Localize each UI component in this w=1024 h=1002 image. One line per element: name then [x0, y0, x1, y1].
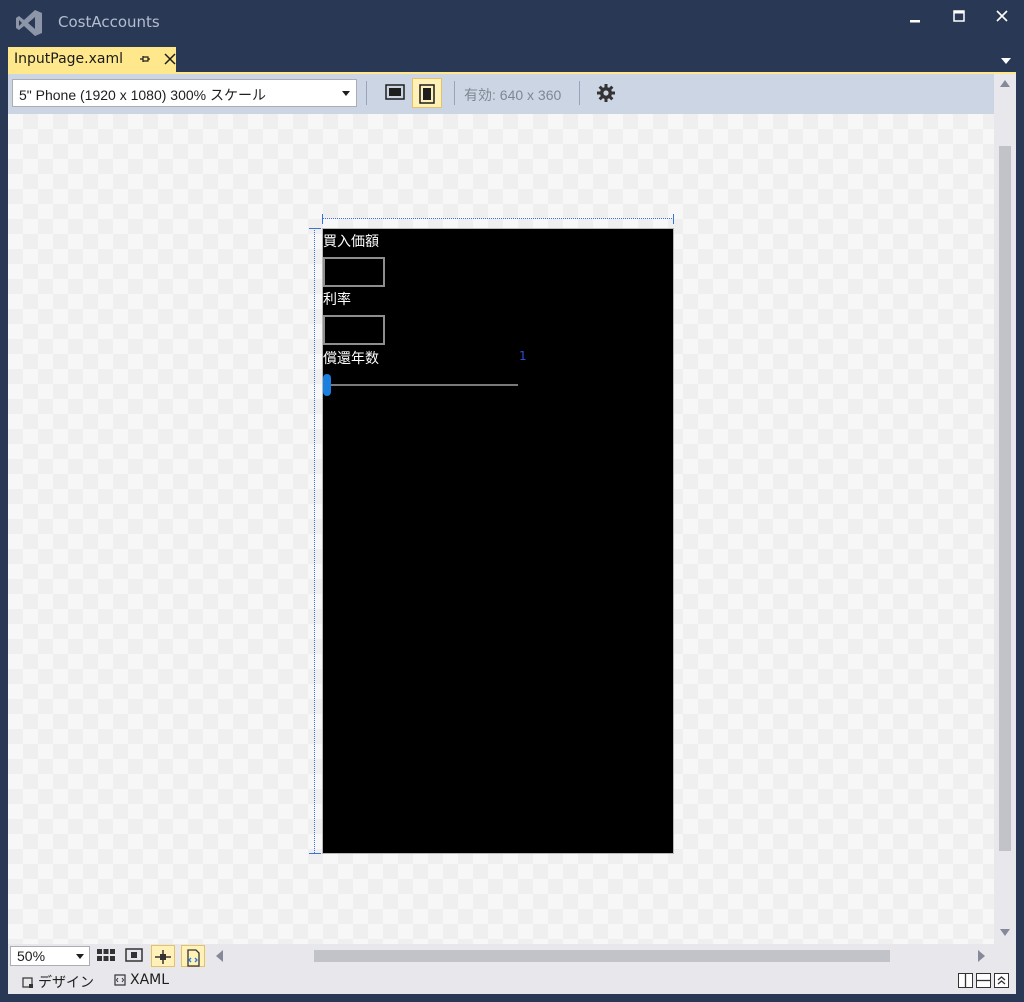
toolbar-divider: [366, 81, 367, 105]
design-view-icon: [22, 977, 33, 988]
designer-bottom-bar: 50%: [8, 944, 1016, 968]
vertical-scrollbar[interactable]: [994, 74, 1016, 944]
tab-close-icon[interactable]: [163, 52, 177, 66]
grid-button[interactable]: [94, 945, 118, 967]
vertical-split-button[interactable]: [958, 973, 973, 988]
snap-to-snaplines-button[interactable]: [151, 945, 175, 967]
vertical-split-icon: [964, 974, 967, 987]
minimize-icon: [910, 20, 920, 23]
horizontal-split-icon: [977, 979, 990, 982]
label-purchase-price: 買入価額: [323, 234, 379, 250]
slider-track[interactable]: [327, 384, 518, 386]
close-icon: [996, 10, 1008, 22]
designer-toolbar: 5" Phone (1920 x 1080) 300% スケール 有効: 640…: [8, 74, 994, 114]
selection-guide-left: [314, 228, 315, 853]
slider-value: 1: [519, 349, 527, 363]
tab-design-label: デザイン: [38, 975, 94, 991]
tab-xaml-label: XAML: [130, 972, 170, 988]
label-interest-rate: 利率: [323, 292, 351, 308]
selection-guide-tick: [309, 228, 321, 229]
zoom-value: 50%: [17, 948, 46, 964]
zoom-select[interactable]: 50%: [10, 946, 90, 966]
device-select[interactable]: 5" Phone (1920 x 1080) 300% スケール: [12, 79, 357, 107]
toolbar-divider: [579, 81, 580, 105]
tab-xaml[interactable]: XAML: [114, 972, 169, 988]
effective-resolution: 有効: 640 x 360: [464, 87, 562, 103]
chevron-down-icon: [342, 91, 350, 96]
horizontal-scroll-thumb[interactable]: [314, 950, 890, 962]
pin-icon[interactable]: [138, 52, 152, 66]
portrait-button[interactable]: [412, 78, 442, 108]
design-canvas[interactable]: 買入価額 利率 償還年数 1: [8, 114, 994, 944]
maximize-button[interactable]: [946, 6, 972, 28]
slider-thumb[interactable]: [323, 374, 331, 396]
minimize-button[interactable]: [902, 6, 928, 28]
horizontal-split-button[interactable]: [976, 973, 991, 988]
grid-icon: [97, 949, 115, 961]
collapse-pane-icon: [997, 976, 1006, 985]
landscape-icon: [385, 84, 405, 100]
close-window-button[interactable]: [989, 6, 1015, 28]
interest-rate-input[interactable]: [323, 315, 385, 345]
snap-grid-icon: [125, 948, 143, 962]
selection-guide-top: [322, 218, 674, 219]
title-bar: CostAccounts: [0, 0, 1024, 46]
portrait-icon: [419, 84, 435, 104]
tab-design[interactable]: デザイン: [22, 972, 94, 992]
enable-project-code-button[interactable]: [181, 945, 205, 967]
phone-preview[interactable]: 買入価額 利率 償還年数 1: [322, 228, 674, 854]
scroll-up-icon[interactable]: [1000, 80, 1010, 87]
project-code-icon: [187, 949, 200, 967]
snaplines-icon: [155, 950, 171, 964]
tab-list-dropdown-icon[interactable]: [1000, 57, 1012, 65]
selection-guide-tick: [322, 214, 323, 224]
label-redemption-years: 償還年数: [323, 351, 379, 367]
window-title: CostAccounts: [58, 13, 160, 31]
selection-guide-tick: [673, 214, 674, 224]
snap-to-gridlines-button[interactable]: [122, 945, 146, 967]
selection-guide-tick: [309, 853, 321, 854]
toolbar-divider: [454, 81, 455, 105]
xaml-view-icon: [114, 974, 126, 986]
tab-label: InputPage.xaml: [14, 51, 123, 67]
vertical-scroll-thumb[interactable]: [999, 146, 1011, 851]
designer-area: 5" Phone (1920 x 1080) 300% スケール 有効: 640…: [8, 74, 1016, 994]
chevron-down-icon: [76, 954, 84, 959]
purchase-price-input[interactable]: [323, 257, 385, 287]
maximize-icon: [953, 10, 965, 22]
scroll-left-icon[interactable]: [216, 950, 223, 962]
landscape-button[interactable]: [380, 78, 410, 108]
gear-icon[interactable]: [595, 82, 617, 104]
collapse-pane-button[interactable]: [994, 973, 1009, 988]
tab-inputpage-xaml[interactable]: InputPage.xaml: [8, 47, 176, 73]
scroll-right-icon[interactable]: [978, 950, 985, 962]
device-select-value: 5" Phone (1920 x 1080) 300% スケール: [19, 87, 266, 103]
view-switch-bar: デザイン XAML: [8, 968, 1016, 994]
visual-studio-logo-icon: [16, 10, 42, 36]
scroll-down-icon[interactable]: [1000, 929, 1010, 936]
